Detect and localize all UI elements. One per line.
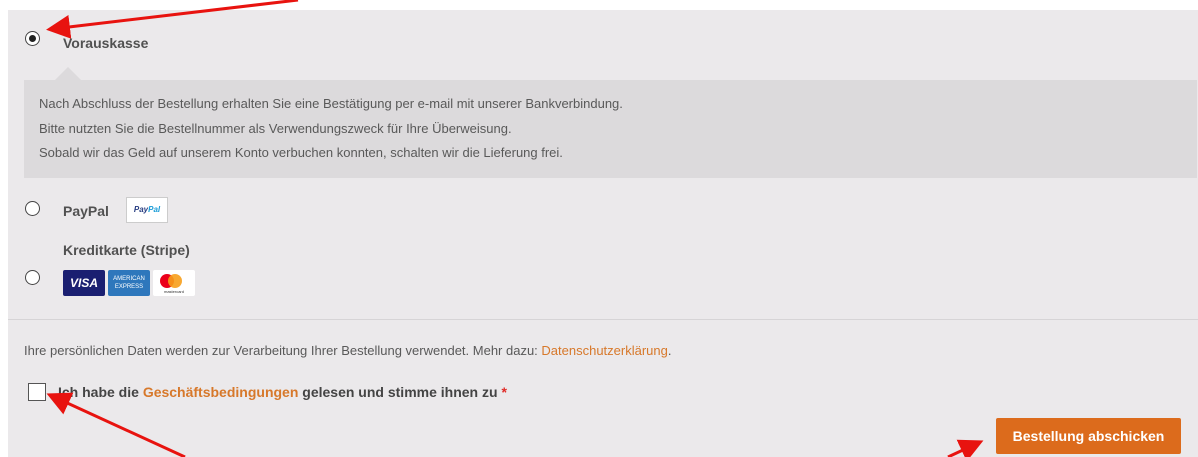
- arrow-to-submit: [947, 439, 984, 457]
- arrow-to-checkbox: [46, 392, 186, 457]
- annotation-arrows: [46, 0, 984, 457]
- arrow-to-vorauskasse: [46, 0, 299, 39]
